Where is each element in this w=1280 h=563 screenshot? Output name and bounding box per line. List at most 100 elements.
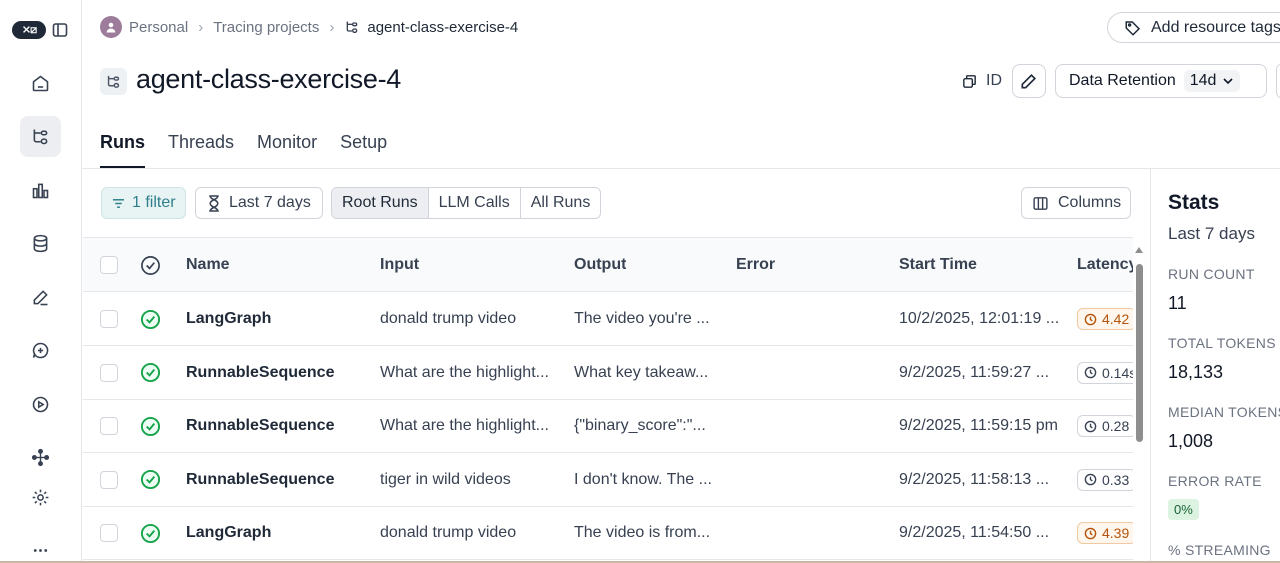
tab-runs[interactable]: Runs [100, 132, 145, 168]
project-icon-box [100, 68, 127, 95]
latency-pill: 4.42 [1077, 308, 1133, 330]
run-name: RunnableSequence [186, 363, 335, 381]
chevron-right-icon: › [198, 18, 204, 36]
id-label: ID [986, 72, 1002, 89]
success-status-icon [140, 309, 161, 329]
column-header-name[interactable]: Name [186, 238, 230, 292]
langsmith-logo[interactable]: ⨯⧄ [12, 21, 46, 39]
stats-period: Last 7 days [1168, 224, 1255, 243]
latency-value: 4.42 [1102, 311, 1130, 327]
tab-monitor[interactable]: Monitor [257, 132, 317, 168]
filter-icon [112, 198, 125, 208]
sidebar-datasets[interactable] [20, 223, 61, 264]
datasets-icon [33, 234, 48, 253]
error-rate-label: ERROR RATE [1168, 473, 1262, 489]
breadcrumb-tracing-projects[interactable]: Tracing projects [213, 19, 319, 36]
status-header-icon [141, 255, 160, 275]
column-header-start-time[interactable]: Start Time [899, 238, 977, 292]
sidebar-deployments[interactable] [20, 437, 61, 478]
settings-icon [32, 489, 49, 506]
playground-icon [32, 396, 49, 413]
segment-all-runs[interactable]: All Runs [519, 188, 601, 218]
row-checkbox[interactable] [100, 417, 118, 435]
date-range-button[interactable]: Last 7 days [195, 187, 323, 219]
copy-id-button[interactable]: ID [961, 70, 1002, 92]
sidebar-playground[interactable] [20, 384, 61, 425]
tabs-divider [82, 168, 1280, 169]
table-row[interactable]: RunnableSequence tiger in wild videos I do… [83, 453, 1133, 507]
total-tokens-label: TOTAL TOKENS [1168, 335, 1276, 351]
run-output: The video you're ... [574, 310, 710, 327]
sidebar-annotation[interactable] [20, 277, 61, 318]
column-header-input[interactable]: Input [380, 238, 419, 292]
sidebar-settings[interactable] [20, 477, 61, 518]
sidebar-prompts[interactable] [20, 330, 61, 371]
column-header-output[interactable]: Output [574, 238, 626, 292]
avatar[interactable] [100, 16, 122, 38]
run-output: The video is from... [574, 524, 711, 541]
select-all-checkbox[interactable] [100, 256, 118, 274]
chevron-down-icon [1223, 78, 1234, 85]
latency-pill: 0.28 [1077, 415, 1133, 437]
data-retention-dropdown[interactable]: Data Retention 14d [1055, 64, 1267, 98]
edit-project-button[interactable] [1012, 64, 1046, 98]
sidebar-home[interactable] [20, 63, 61, 104]
run-latency: 0.14s [1077, 346, 1133, 400]
run-count-label: RUN COUNT [1168, 266, 1255, 282]
run-output: I don't know. The ... [574, 470, 712, 488]
table-row[interactable]: LangGraph donald trump video The video you… [83, 292, 1133, 346]
row-checkbox[interactable] [100, 363, 118, 382]
error-rate-badge: 0% [1168, 499, 1199, 520]
project-icon [347, 21, 358, 33]
run-start-time: 9/2/2025, 11:54:50 ... [899, 524, 1050, 541]
column-header-latency[interactable]: Latency [1077, 238, 1133, 292]
tab-setup[interactable]: Setup [340, 132, 387, 168]
table-row[interactable]: RunnableSequence What are the highlight..… [83, 346, 1133, 400]
sidebar-more[interactable] [20, 530, 61, 563]
run-latency: 4.39 [1077, 506, 1133, 560]
latency-pill: 0.14s [1077, 361, 1133, 384]
columns-button[interactable]: Columns [1021, 187, 1131, 219]
sidebar-dashboards[interactable] [20, 170, 61, 211]
latency-value: 4.39 [1102, 525, 1130, 541]
clock-icon [1084, 313, 1097, 325]
filter-label: 1 filter [132, 194, 176, 211]
median-tokens-label: MEDIAN TOKENS [1168, 404, 1280, 420]
header-more-button[interactable] [1276, 64, 1280, 98]
scroll-up-arrow-icon[interactable] [1134, 246, 1144, 254]
pencil-icon [1021, 73, 1037, 89]
run-type-segmented-control: Root Runs LLM Calls All Runs [331, 187, 602, 219]
retention-value-text: 14d [1189, 72, 1217, 89]
hourglass-icon [209, 194, 219, 212]
run-latency: 0.28 [1077, 399, 1133, 453]
segment-llm-calls[interactable]: LLM Calls [427, 188, 520, 218]
add-resource-tags-label: Add resource tags [1151, 18, 1280, 36]
run-name: LangGraph [186, 524, 272, 541]
success-status-icon [140, 362, 161, 383]
sidebar-collapse-icon[interactable] [52, 22, 68, 38]
tag-icon [1125, 20, 1141, 36]
segment-root-runs[interactable]: Root Runs [332, 188, 428, 218]
row-checkbox[interactable] [100, 310, 118, 328]
run-latency: 4.42 [1077, 292, 1133, 346]
success-status-icon [140, 523, 161, 543]
clock-icon [1084, 420, 1097, 432]
data-retention-value: 14d [1183, 70, 1241, 92]
row-checkbox[interactable] [100, 524, 118, 542]
total-tokens-value: 18,133 [1168, 362, 1224, 382]
breadcrumb: Personal › Tracing projects › agent-clas… [100, 16, 518, 38]
run-name: RunnableSequence [186, 417, 335, 434]
filter-button[interactable]: 1 filter [101, 187, 186, 219]
table-row[interactable]: LangGraph donald trump video The video is … [83, 506, 1133, 560]
latency-value: 0.33 [1102, 471, 1130, 488]
run-start-time: 9/2/2025, 11:59:27 ... [899, 363, 1050, 381]
breadcrumb-workspace[interactable]: Personal [129, 19, 188, 36]
table-row[interactable]: RunnableSequence What are the highlight..… [83, 399, 1133, 453]
add-resource-tags-button[interactable]: Add resource tags [1107, 12, 1280, 43]
column-header-error[interactable]: Error [736, 238, 775, 292]
tab-threads[interactable]: Threads [168, 132, 234, 168]
row-checkbox[interactable] [100, 470, 118, 489]
sidebar-tracing[interactable] [20, 116, 61, 157]
table-scroll-thumb[interactable] [1136, 264, 1143, 442]
page-title: agent-class-exercise-4 [136, 64, 402, 94]
